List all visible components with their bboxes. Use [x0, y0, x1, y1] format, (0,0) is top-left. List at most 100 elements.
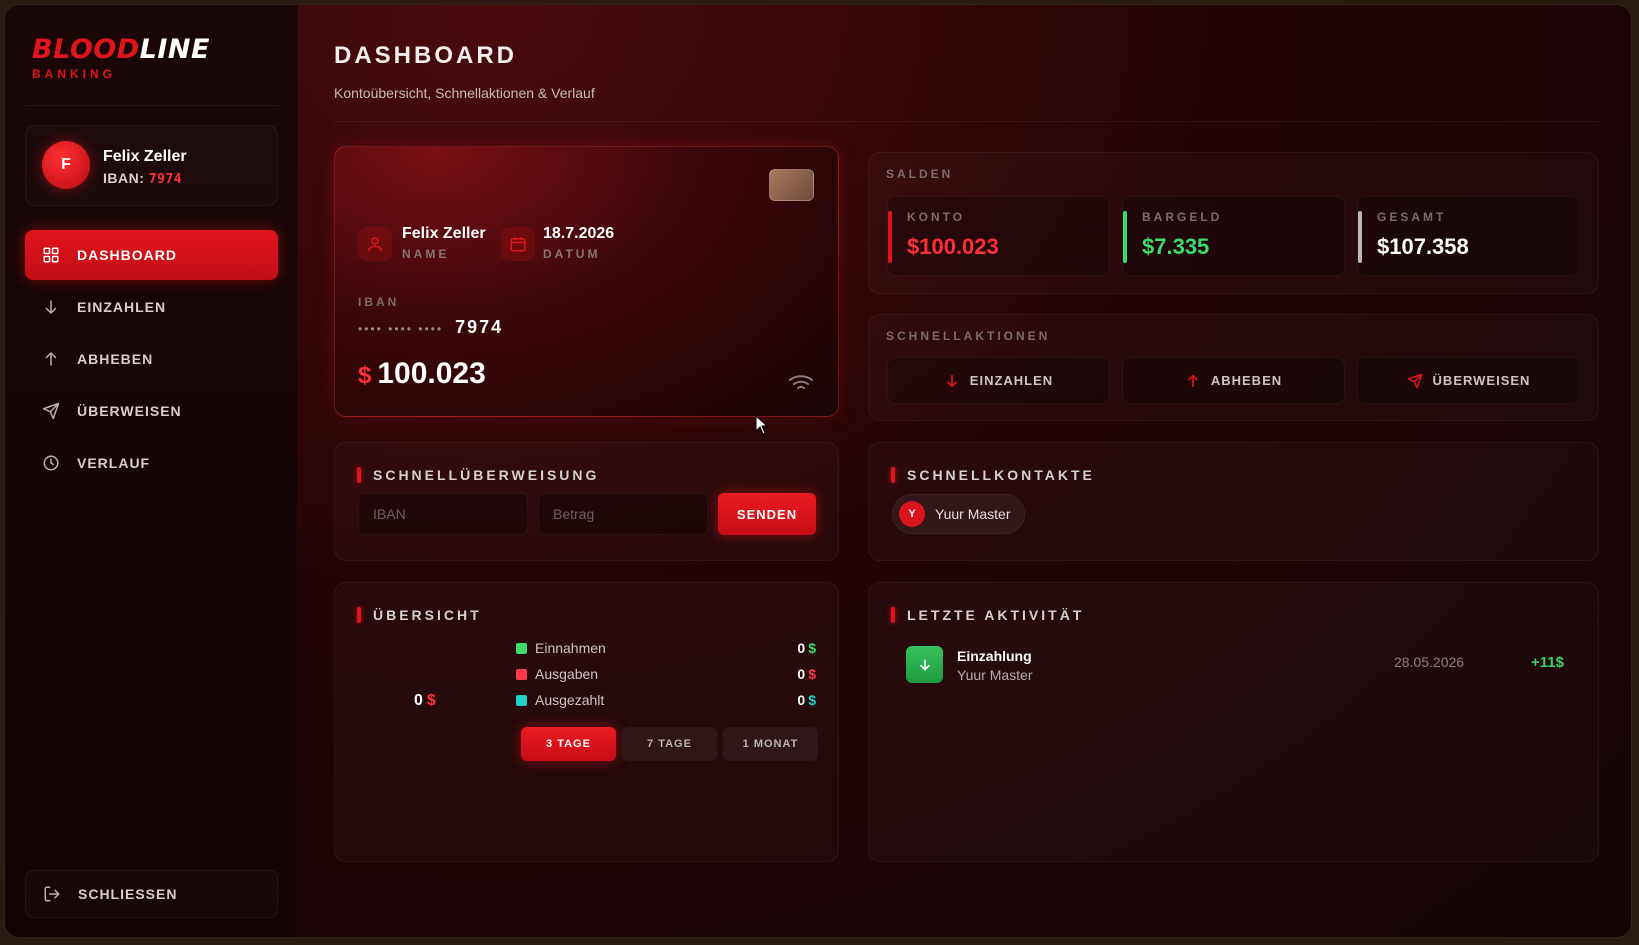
balances-panel: SALDEN KONTO $100.023 BARGELD $7.335 GES…	[868, 152, 1599, 294]
send-icon	[41, 401, 61, 421]
sidebar-item-dashboard[interactable]: DASHBOARD	[25, 230, 278, 280]
card-iban: •••• •••• •••• 7974	[358, 317, 503, 338]
user-iban-value: 7974	[148, 172, 183, 187]
send-icon	[1407, 373, 1422, 388]
amount-input[interactable]	[538, 493, 708, 535]
card-iban-last: 7974	[455, 317, 504, 337]
quick-actions-title: SCHNELLAKTIONEN	[886, 329, 1051, 343]
balance-bargeld: BARGELD $7.335	[1122, 196, 1345, 276]
balance-accent	[1123, 211, 1127, 263]
balances-title: SALDEN	[886, 167, 954, 181]
app-window: BLOODLINE BANKING F Felix Zeller IBAN: 7…	[5, 5, 1631, 937]
quick-transfer-panel: SCHNELLÜBERWEISUNG SENDEN	[334, 442, 839, 561]
range-3-days-button[interactable]: 3 TAGE	[521, 727, 616, 761]
overview-row-amount: 0	[797, 640, 806, 656]
page-title: DASHBOARD	[334, 42, 517, 69]
activity-counterparty: Yuur Master	[957, 667, 1033, 683]
overview-title: ÜBERSICHT	[357, 607, 482, 623]
user-card: F Felix Zeller IBAN: 7974	[25, 125, 278, 206]
quick-actions-panel: SCHNELLAKTIONEN EINZAHLEN ABHEBEN ÜBERWE…	[868, 314, 1599, 421]
title-accent	[891, 607, 895, 623]
clock-icon	[41, 453, 61, 473]
sidebar-item-ueberweisen[interactable]: ÜBERWEISEN	[25, 386, 278, 436]
quick-withdraw-button[interactable]: ABHEBEN	[1122, 357, 1345, 404]
overview-total-currency: $	[426, 692, 436, 709]
sidebar-item-label: VERLAUF	[77, 455, 151, 471]
balance-accent	[888, 211, 892, 263]
card-balance-amount: 100.023	[377, 357, 486, 390]
card-balance: $ 100.023	[358, 357, 486, 391]
avatar: F	[42, 141, 90, 189]
quick-transfer-title-text: SCHNELLÜBERWEISUNG	[373, 467, 600, 483]
calendar-icon	[501, 227, 535, 261]
quick-action-label: ÜBERWEISEN	[1432, 373, 1531, 388]
quick-contacts-title-text: SCHNELLKONTAKTE	[907, 467, 1095, 483]
card-chip-icon	[769, 169, 814, 201]
quick-action-label: ABHEBEN	[1210, 373, 1283, 388]
sidebar-item-abheben[interactable]: ABHEBEN	[25, 334, 278, 384]
header-divider	[334, 121, 1599, 122]
balance-label: BARGELD	[1142, 210, 1223, 224]
arrow-down-icon	[41, 297, 61, 317]
overview-row-label: Ausgezahlt	[535, 692, 605, 708]
send-button[interactable]: SENDEN	[718, 493, 816, 535]
user-iban-label: IBAN:	[103, 170, 145, 186]
user-name: Felix Zeller	[103, 148, 187, 165]
recent-activity-title-text: LETZTE AKTIVITÄT	[907, 607, 1085, 623]
card-iban-mask: •••• •••• ••••	[358, 322, 444, 336]
range-1-month-button[interactable]: 1 MONAT	[723, 727, 818, 761]
sidebar-item-label: ÜBERWEISEN	[77, 403, 182, 419]
sidebar-nav: DASHBOARD EINZAHLEN ABHEBEN ÜBERWEISEN V…	[25, 230, 278, 490]
sidebar-divider	[25, 105, 278, 106]
quick-deposit-button[interactable]: EINZAHLEN	[887, 357, 1110, 404]
close-button[interactable]: SCHLIESSEN	[25, 870, 278, 918]
arrow-up-icon	[41, 349, 61, 369]
contactless-icon	[789, 375, 813, 389]
overview-row-currency: $	[808, 666, 816, 682]
overview-title-text: ÜBERSICHT	[373, 607, 482, 623]
activity-type: Einzahlung	[957, 648, 1032, 664]
balance-label: GESAMT	[1377, 210, 1447, 224]
range-7-days-button[interactable]: 7 TAGE	[622, 727, 717, 761]
page-subtitle: Kontoübersicht, Schnellaktionen & Verlau…	[334, 85, 595, 101]
balance-gesamt: GESAMT $107.358	[1357, 196, 1580, 276]
sidebar-item-label: EINZAHLEN	[77, 299, 167, 315]
overview-row-currency: $	[808, 640, 816, 656]
card-date: 18.7.2026	[543, 225, 615, 242]
title-accent	[357, 467, 361, 483]
balance-value: $7.335	[1142, 234, 1210, 259]
balance-value: $100.023	[907, 234, 999, 259]
overview-row-expenses: Ausgaben 0 $	[516, 665, 816, 683]
quick-transfer-title: SCHNELLÜBERWEISUNG	[357, 467, 599, 483]
card-date-label: DATUM	[543, 247, 601, 261]
brand-name-part1: BLOOD	[32, 34, 140, 65]
quick-contacts-panel: SCHNELLKONTAKTE Y Yuur Master	[868, 442, 1599, 561]
legend-swatch	[516, 642, 527, 654]
sidebar-item-verlauf[interactable]: VERLAUF	[25, 438, 278, 488]
sidebar-item-einzahlen[interactable]: EINZAHLEN	[25, 282, 278, 332]
overview-total: 0 $	[414, 692, 436, 710]
balance-label: KONTO	[907, 210, 966, 224]
recent-activity-panel: LETZTE AKTIVITÄT Einzahlung Yuur Master …	[868, 582, 1599, 862]
contact-chip[interactable]: Y Yuur Master	[892, 494, 1026, 534]
arrow-down-icon	[946, 374, 957, 388]
brand-subtitle: BANKING	[32, 67, 116, 81]
grid-icon	[41, 245, 61, 265]
recent-activity-title: LETZTE AKTIVITÄT	[891, 607, 1084, 623]
quick-contacts-title: SCHNELLKONTAKTE	[891, 467, 1095, 483]
sidebar: BLOODLINE BANKING F Felix Zeller IBAN: 7…	[5, 5, 298, 937]
iban-input[interactable]	[358, 493, 528, 535]
sidebar-item-label: DASHBOARD	[77, 247, 177, 263]
contact-name: Yuur Master	[935, 506, 1011, 522]
activity-date: 28.05.2026	[1394, 654, 1465, 670]
quick-transfer-button[interactable]: ÜBERWEISEN	[1357, 357, 1580, 404]
overview-total-value: 0	[414, 692, 423, 709]
overview-row-income: Einnahmen 0 $	[516, 639, 816, 657]
overview-row-label: Einnahmen	[535, 640, 606, 656]
title-accent	[357, 607, 361, 623]
overview-row-label: Ausgaben	[535, 666, 599, 682]
deposit-arrow-icon	[906, 646, 943, 683]
card-holder-name: Felix Zeller	[402, 225, 486, 242]
balance-value: $107.358	[1377, 234, 1469, 259]
mouse-cursor-icon	[755, 415, 769, 435]
